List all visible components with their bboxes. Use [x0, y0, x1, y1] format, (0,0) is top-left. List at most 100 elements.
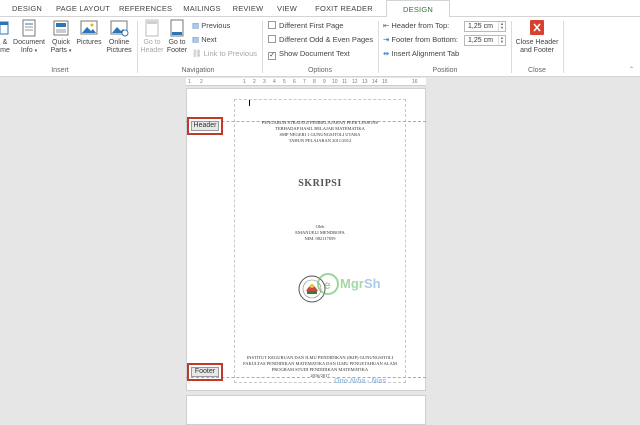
ribbon-panel: & me Document Info ▾ Quick Parts ▾ Pictu… — [0, 17, 640, 77]
ruler-mark: 8 — [313, 79, 316, 85]
document-info-label-line2: Info — [20, 47, 33, 54]
ruler-mark: 10 — [332, 79, 338, 85]
insert-alignment-tab-button[interactable]: ⇹ Insert Alignment Tab — [383, 48, 459, 60]
footer-tag[interactable]: Footer — [191, 367, 219, 377]
link-to-previous-button[interactable]: ⛓ Link to Previous — [192, 48, 257, 60]
ruler-mark: 5 — [283, 79, 286, 85]
ruler-mark: 2 — [200, 79, 203, 85]
ruler-mark: 16 — [412, 79, 418, 85]
pictures-button[interactable]: Pictures — [74, 19, 104, 47]
header-from-top-value: 1,25 cm — [468, 23, 493, 30]
position-group-label: Position — [432, 67, 458, 74]
institution-line: INSTITUT KEGURUAN DAN ILMU PENDIDIKAN (I… — [246, 355, 394, 360]
ruler-mark: 1 — [243, 79, 246, 85]
go-to-header-icon — [145, 19, 159, 37]
thesis-heading: SKRIPSI — [298, 178, 342, 189]
different-first-page-checkbox[interactable]: Different First Page — [268, 20, 343, 32]
header-from-top-row: ⇤ Header from Top: — [383, 20, 449, 32]
thesis-title-line: TAHUN PELAJARAN 2011/2012 — [288, 138, 352, 143]
author-line: NIM. 082117059 — [304, 236, 336, 241]
tab-view[interactable]: VIEW — [274, 0, 300, 17]
go-to-header-label: Go to — [143, 39, 161, 46]
close-group-label: Close — [528, 67, 546, 74]
go-to-footer-label: Go to — [168, 39, 186, 46]
go-to-footer-button[interactable]: Go to Footer — [165, 19, 189, 55]
tab-mailings[interactable]: MAILINGS — [180, 0, 224, 17]
watermark-caption: Ono Niha - Nias — [334, 378, 387, 385]
spinner-arrows-icon[interactable]: ▲ ▼ — [498, 36, 505, 45]
author-line: EMANUELI MENDROFA — [295, 230, 345, 235]
footer-from-bottom-label: Footer from Bottom: — [391, 35, 459, 44]
tab-design[interactable]: DESIGN — [10, 0, 44, 17]
footer-tag-highlight: Footer — [187, 363, 223, 381]
close-header-footer-button[interactable]: Close Header and Footer — [513, 19, 561, 55]
show-document-text-checkbox[interactable]: ✓ Show Document Text — [268, 48, 350, 60]
document-info-label: Document — [13, 39, 45, 46]
checkbox-checked-icon: ✓ — [268, 52, 276, 60]
ruler-mark: 11 — [342, 79, 348, 85]
svg-text:Mgr: Mgr — [340, 276, 364, 291]
ruler-mark: 14 — [372, 79, 378, 85]
online-pictures-label: Online — [108, 39, 130, 46]
go-to-footer-label-line2: Footer — [166, 47, 188, 54]
insert-alignment-tab-label: Insert Alignment Tab — [391, 49, 460, 58]
header-position-icon: ⇤ — [383, 21, 390, 30]
different-odd-even-checkbox[interactable]: Different Odd & Even Pages — [268, 34, 373, 46]
ruler-mark: 4 — [273, 79, 276, 85]
ruler-mark: 13 — [362, 79, 368, 85]
previous-icon: ▤ — [192, 21, 200, 30]
go-to-header-button[interactable]: Go to Header — [140, 19, 164, 55]
insert-group-label: Insert — [51, 67, 69, 74]
quick-parts-button[interactable]: Quick Parts ▾ — [48, 19, 74, 55]
horizontal-ruler[interactable]: 1 2 1 2 3 4 5 6 7 8 9 10 11 12 13 14 15 … — [186, 78, 426, 86]
footer-position-icon: ⇥ — [383, 35, 390, 44]
document-info-button[interactable]: Document Info ▾ — [10, 19, 48, 55]
online-pictures-button[interactable]: Online Pictures — [104, 19, 134, 55]
ruler-mark: 15 — [382, 79, 388, 85]
ruler-mark: 7 — [303, 79, 306, 85]
tab-header-footer-design[interactable]: DESIGN — [386, 0, 450, 18]
different-odd-even-label: Different Odd & Even Pages — [279, 35, 374, 44]
tab-foxit-reader-pdf[interactable]: FOXIT READER PDF — [308, 0, 380, 30]
spinner-arrows-icon[interactable]: ▲ ▼ — [498, 22, 505, 31]
quick-parts-icon — [53, 20, 69, 36]
thesis-title-line: SMP NEGERI 1 GUNUNGSITOLI UTARA — [279, 132, 361, 137]
go-to-header-label-line2: Header — [140, 47, 164, 54]
tab-review[interactable]: REVIEW — [232, 0, 264, 17]
tab-page-layout[interactable]: PAGE LAYOUT — [54, 0, 112, 17]
checkbox-unchecked-icon — [268, 21, 276, 29]
previous-button[interactable]: ▤ Previous — [192, 20, 230, 32]
institution-line: PROGRAM STUDI PENDIDIKAN MATEMATIKA — [271, 367, 369, 372]
footer-from-bottom-value: 1,25 cm — [468, 37, 493, 44]
calendar-icon — [0, 21, 9, 35]
collapse-ribbon-icon[interactable]: ⌃ — [629, 66, 634, 73]
header-tag[interactable]: Header — [191, 121, 219, 131]
institution-line: FAKULTAS PENDIDIKAN MATEMATIKA DAN ILMU … — [243, 361, 397, 366]
pictures-label: Pictures — [76, 39, 102, 46]
previous-label: Previous — [201, 21, 231, 30]
next-document-page[interactable] — [186, 395, 426, 425]
author-line: Oleh — [315, 224, 325, 229]
header-from-top-input[interactable]: 1,25 cm ▲ ▼ — [464, 21, 506, 32]
online-pictures-label-line2: Pictures — [106, 47, 132, 54]
ruler-mark: 12 — [352, 79, 358, 85]
text-cursor — [249, 100, 250, 106]
quick-parts-label: Quick — [52, 39, 70, 46]
ruler-mark: 6 — [293, 79, 296, 85]
close-icon — [530, 20, 544, 35]
next-button[interactable]: ▤ Next — [192, 34, 217, 46]
ruler-mark: 3 — [263, 79, 266, 85]
footer-from-bottom-input[interactable]: 1,25 cm ▲ ▼ — [464, 35, 506, 46]
close-header-footer-label-line2: and Footer — [520, 47, 554, 54]
header-tag-highlight: Header — [187, 117, 223, 135]
options-group-label: Options — [307, 67, 333, 74]
ribbon-tab-bar: DESIGN PAGE LAYOUT REFERENCES MAILINGS R… — [0, 0, 640, 30]
document-info-icon — [22, 19, 36, 37]
date-time-button[interactable]: & me — [0, 19, 10, 55]
svg-text:e: e — [324, 278, 331, 292]
tab-references[interactable]: REFERENCES — [119, 0, 172, 17]
different-first-page-label: Different First Page — [279, 21, 344, 30]
online-picture-icon — [110, 20, 129, 37]
group-divider — [511, 21, 512, 73]
group-divider — [137, 21, 138, 73]
